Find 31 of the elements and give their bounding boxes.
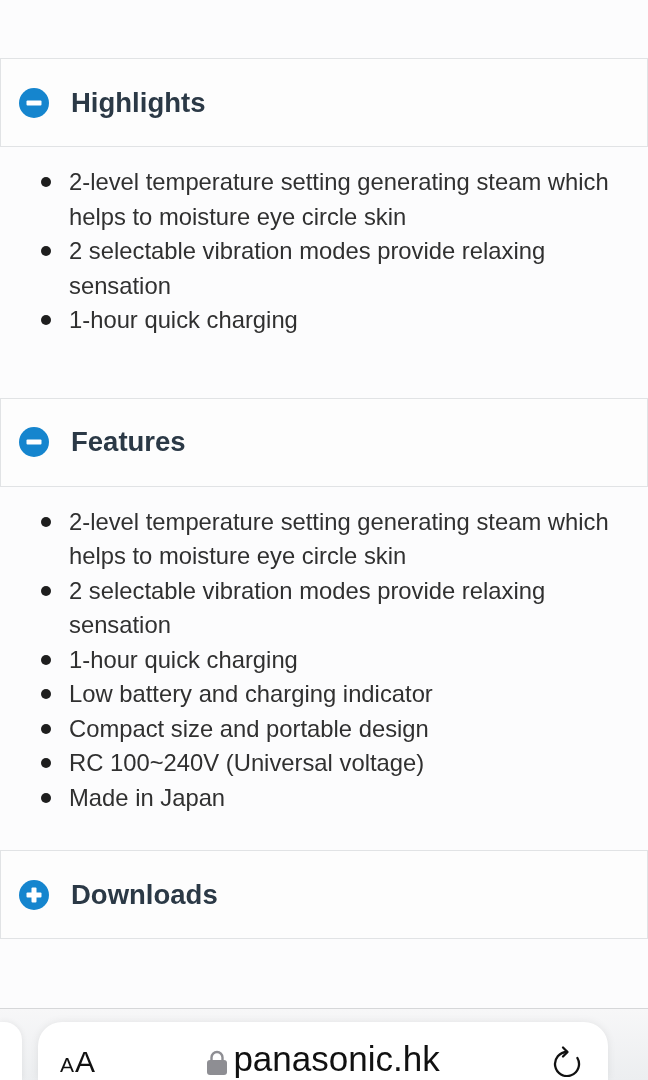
list-item-text: Low battery and charging indicator (69, 679, 433, 709)
bullet-icon (41, 516, 51, 527)
list-item-text: 2 selectable vibration modes provide relaxing sensation (69, 575, 547, 640)
text-size-button[interactable]: AA (60, 1047, 96, 1077)
bullet-icon (41, 246, 51, 257)
url-text: panasonic.hk (233, 1039, 440, 1079)
bullet-icon (41, 723, 51, 734)
bullet-icon (41, 758, 51, 769)
bullet-icon (41, 654, 51, 665)
lock-icon (207, 1050, 228, 1075)
address-bar[interactable]: AA panasonic.hk (38, 1022, 608, 1080)
accordion-header[interactable]: Downloads (0, 850, 648, 939)
list-item-text: Compact size and portable design (69, 713, 429, 744)
list-item-text: 2-level temperature setting generating steam which helps to moisture eye circle skin (69, 167, 610, 232)
bullet-icon (41, 177, 51, 188)
accordion-header[interactable]: Features (0, 397, 648, 487)
minus-circle-icon[interactable] (19, 427, 49, 457)
list-item-text: 2 selectable vibration modes provide relaxing sensation (69, 236, 547, 301)
minus-circle-icon[interactable] (19, 87, 49, 118)
list-item-text: 1-hour quick charging (69, 644, 298, 675)
list-item-text: Made in Japan (69, 782, 226, 813)
list-item-text: RC 100~240V (Universal voltage) (69, 748, 425, 778)
list-item-text: 2-level temperature setting generating steam which helps to moisture eye circle skin (69, 506, 610, 571)
bullet-icon (41, 689, 51, 700)
list-item-text: 1-hour quick charging (69, 305, 298, 335)
accordion-header[interactable]: Highlights (0, 58, 648, 147)
bullet-icon (41, 585, 51, 596)
plus-circle-icon[interactable] (19, 879, 49, 910)
bullet-icon (41, 792, 51, 803)
reload-icon[interactable] (552, 1045, 582, 1077)
bullet-icon (41, 315, 51, 326)
